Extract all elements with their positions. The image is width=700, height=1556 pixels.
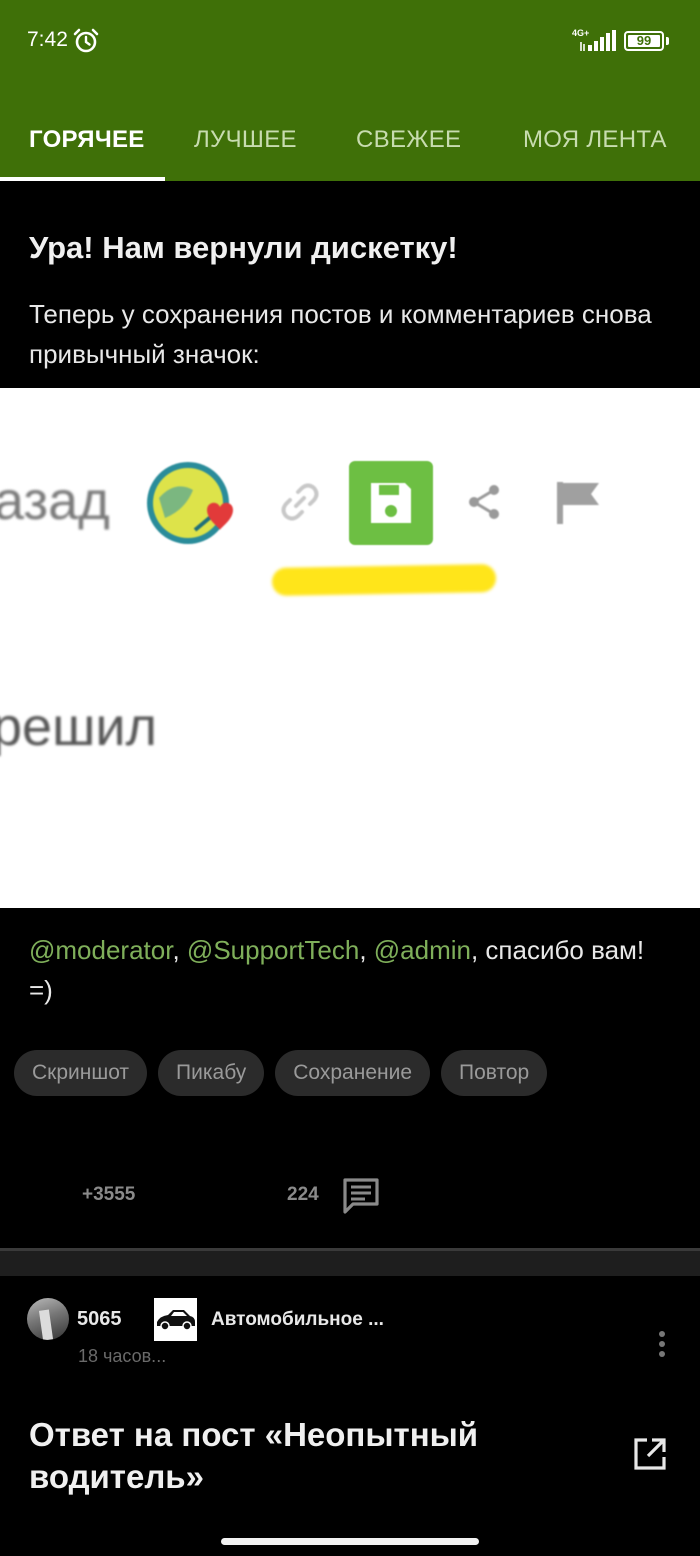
image-avatar-icon bbox=[147, 462, 233, 544]
status-time: 7:42 bbox=[27, 28, 68, 51]
battery-icon: 99 bbox=[624, 31, 664, 51]
post-image[interactable]: азад решил bbox=[0, 388, 700, 908]
alarm-icon bbox=[73, 28, 99, 53]
post-rating: +3555 bbox=[82, 1184, 136, 1205]
image-link-icon bbox=[281, 483, 319, 521]
comment-icon[interactable] bbox=[341, 1176, 381, 1216]
image-save-button bbox=[349, 461, 433, 545]
post-text: Теперь у сохранения постов и комментарие… bbox=[29, 299, 652, 369]
post-time: 18 часов... bbox=[78, 1346, 167, 1366]
tag-chip[interactable]: Пикабу bbox=[158, 1050, 265, 1096]
tag-chip[interactable]: Сохранение bbox=[275, 1050, 431, 1096]
author-avatar[interactable] bbox=[27, 1298, 69, 1340]
tab-best[interactable]: ЛУЧШЕЕ bbox=[194, 126, 297, 154]
post-divider bbox=[0, 1248, 700, 1276]
floppy-disk-icon bbox=[371, 483, 411, 523]
car-icon bbox=[157, 1310, 195, 1331]
tag-chip[interactable]: Повтор bbox=[441, 1050, 548, 1096]
image-flag-icon bbox=[557, 482, 599, 524]
mention-link[interactable]: @admin bbox=[374, 935, 471, 965]
post-title[interactable]: Ура! Нам вернули дискетку! bbox=[29, 230, 458, 266]
tab-fresh[interactable]: СВЕЖЕЕ bbox=[356, 126, 461, 154]
author-rating: 5065 bbox=[77, 1308, 122, 1330]
community-avatar[interactable] bbox=[154, 1298, 197, 1341]
image-highlight-stroke bbox=[271, 564, 497, 596]
signal-icon bbox=[580, 30, 616, 51]
battery-level: 99 bbox=[636, 33, 652, 48]
community-name[interactable]: Автомобильное ... bbox=[211, 1309, 384, 1331]
tab-my-feed[interactable]: МОЯ ЛЕНТА bbox=[523, 126, 667, 154]
tab-hot[interactable]: ГОРЯЧЕЕ bbox=[29, 126, 145, 154]
image-share-icon bbox=[469, 485, 499, 519]
mention-link[interactable]: @SupportTech bbox=[187, 935, 359, 965]
home-indicator[interactable] bbox=[221, 1538, 479, 1545]
next-post-title[interactable]: Ответ на пост «Неопытный водитель» bbox=[29, 1414, 589, 1498]
comments-count: 224 bbox=[287, 1184, 319, 1205]
mention-link[interactable]: @moderator bbox=[29, 935, 172, 965]
image-text-bottom: решил bbox=[0, 697, 158, 757]
more-options-icon[interactable] bbox=[655, 1331, 669, 1363]
active-tab-indicator bbox=[0, 177, 165, 181]
post-thanks-text: @moderator, @SupportTech, @admin, спасиб… bbox=[29, 935, 645, 1005]
post-tags: Скриншот Пикабу Сохранение Повтор bbox=[14, 1050, 558, 1096]
image-text-top: азад bbox=[0, 471, 110, 531]
open-external-icon[interactable] bbox=[633, 1437, 667, 1471]
status-bar: 7:42 4G+ 99 bbox=[0, 0, 700, 90]
feed-tabs: ГОРЯЧЕЕ ЛУЧШЕЕ СВЕЖЕЕ МОЯ ЛЕНТА bbox=[0, 90, 700, 181]
tag-chip[interactable]: Скриншот bbox=[14, 1050, 148, 1096]
